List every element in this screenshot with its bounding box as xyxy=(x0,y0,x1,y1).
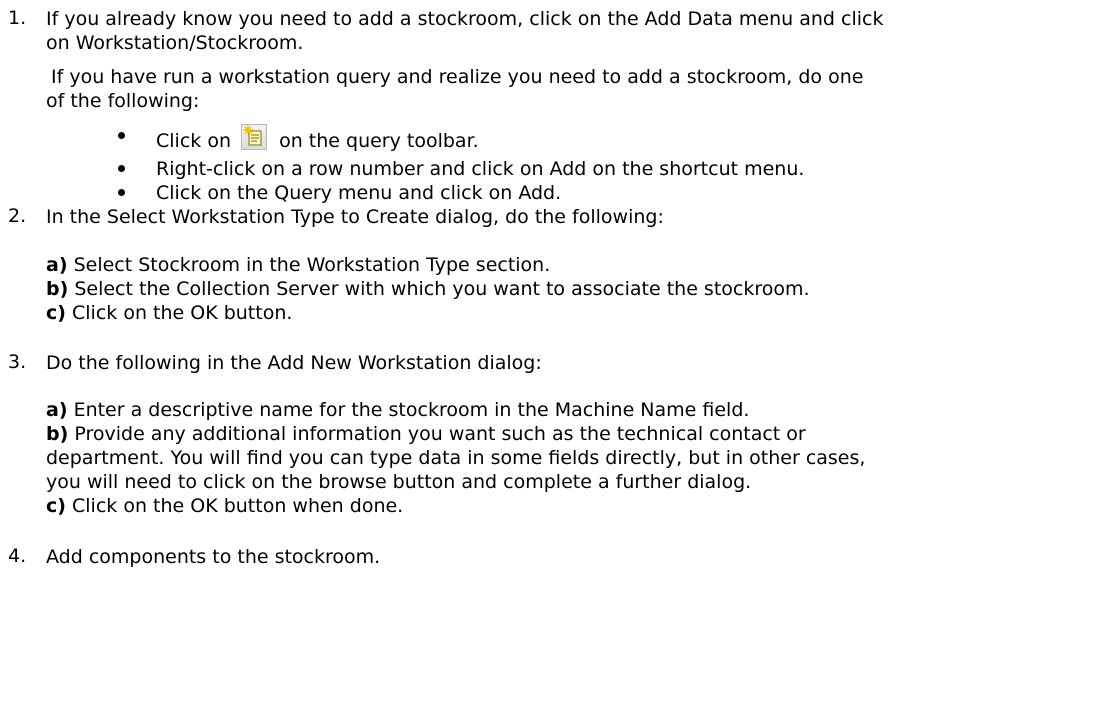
sub-text-b: Select the Collection Server with which … xyxy=(74,278,810,300)
step-2-sub-a: a) Select Stockroom in the Workstation T… xyxy=(46,253,550,277)
step-3-text: Do the following in the Add New Workstat… xyxy=(46,352,542,374)
bullet-toolbar-text-start: Click on xyxy=(156,130,231,152)
step-2-sub-b: b) Select the Collection Server with whi… xyxy=(46,277,810,301)
sub-text-a: Select Stockroom in the Workstation Type… xyxy=(73,254,551,276)
step-3-sub-b: b) Provide any additional information yo… xyxy=(46,422,806,446)
bullet-dot xyxy=(118,189,125,196)
sub-label-c: c) xyxy=(46,302,66,324)
step-4-text: Add components to the stockroom. xyxy=(46,546,381,568)
step-1-line-4: of the following: xyxy=(46,90,200,112)
step-1-line-3: If you have run a workstation query and … xyxy=(51,66,864,88)
sub-label-a: a) xyxy=(46,254,68,276)
bullet-item-right-click: Right-click on a row number and click on… xyxy=(156,158,805,180)
bullet-dot xyxy=(118,165,125,172)
step-3-number: 3. xyxy=(8,351,27,373)
sub-label-c: c) xyxy=(46,495,66,517)
sub-text-a: Enter a descriptive name for the stockro… xyxy=(73,399,750,421)
bullet-dot xyxy=(118,132,125,139)
bullet-toolbar-text-end: on the query toolbar. xyxy=(279,130,479,152)
step-3-sub-a: a) Enter a descriptive name for the stoc… xyxy=(46,398,749,422)
step-1-number: 1. xyxy=(8,7,27,29)
sub-text-c: Click on the OK button when done. xyxy=(72,495,404,517)
step-4-number: 4. xyxy=(8,545,27,567)
step-3-sub-c: c) Click on the OK button when done. xyxy=(46,494,403,518)
step-2-sub-c: c) Click on the OK button. xyxy=(46,301,292,325)
step-3-sub-b-line-3: you will need to click on the browse but… xyxy=(46,471,752,493)
sub-label-a: a) xyxy=(46,399,68,421)
sub-label-b: b) xyxy=(46,278,69,300)
step-2-number: 2. xyxy=(8,205,27,227)
step-3-sub-b-line-2: department. You will find you can type d… xyxy=(46,447,866,469)
sub-text-c: Click on the OK button. xyxy=(72,302,293,324)
step-1-line-2: on Workstation/Stockroom. xyxy=(46,32,304,54)
sub-text-b-line-1: Provide any additional information you w… xyxy=(74,423,806,445)
step-1-line-1: If you already know you need to add a st… xyxy=(46,8,884,30)
bullet-item-query-menu: Click on the Query menu and click on Add… xyxy=(156,182,562,204)
bullet-item-toolbar: Click on on the query toolbar. xyxy=(156,124,479,152)
step-2-text: In the Select Workstation Type to Create… xyxy=(46,206,664,228)
add-record-icon xyxy=(241,124,268,150)
sub-label-b: b) xyxy=(46,423,69,445)
